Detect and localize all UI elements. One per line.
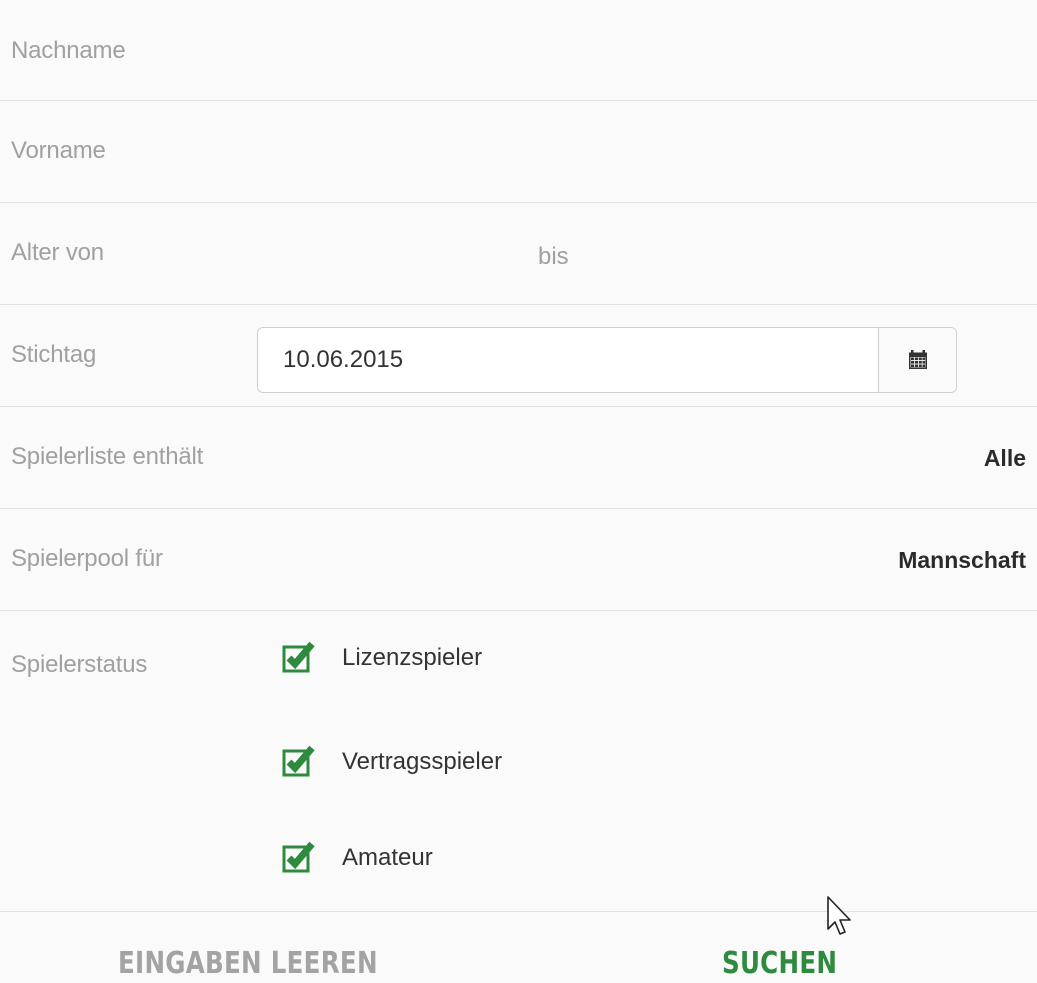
lastname-row[interactable]: Nachname	[0, 0, 1037, 101]
status-option-licensed[interactable]: Lizenzspieler	[282, 641, 482, 675]
player-pool-label: Spielerpool für	[11, 545, 163, 572]
lastname-label: Nachname	[11, 37, 126, 64]
search-form: Nachname Vorname Alter von bis Stichtag	[0, 0, 1037, 912]
age-from-label: Alter von	[11, 239, 104, 266]
age-row: Alter von bis	[0, 203, 1037, 305]
reference-date-input[interactable]	[258, 328, 878, 392]
form-footer: EINGABEN LEEREN SUCHEN	[0, 912, 1037, 983]
status-option-amateur[interactable]: Amateur	[282, 841, 433, 875]
age-to-input[interactable]	[600, 225, 1004, 285]
firstname-label: Vorname	[11, 137, 106, 164]
calendar-icon	[908, 350, 927, 369]
age-from-input[interactable]	[255, 225, 519, 285]
player-status-row: Spielerstatus Lizenzspieler Vertragsspie…	[0, 611, 1037, 912]
status-option-contract[interactable]: Vertragsspieler	[282, 745, 502, 779]
reference-date-group	[257, 327, 957, 393]
age-to-label: bis	[538, 243, 569, 270]
search-button[interactable]: SUCHEN	[722, 946, 837, 981]
player-list-label: Spielerliste enthält	[11, 443, 204, 470]
reference-date-label: Stichtag	[11, 341, 97, 368]
status-option-label: Lizenzspieler	[342, 644, 483, 671]
mouse-cursor-icon	[827, 896, 851, 935]
status-option-label: Amateur	[342, 844, 433, 871]
checkbox-checked-icon[interactable]	[282, 841, 326, 875]
player-status-label: Spielerstatus	[11, 651, 148, 678]
player-list-row[interactable]: Spielerliste enthält Alle	[0, 407, 1037, 509]
calendar-button[interactable]	[878, 328, 956, 392]
status-option-label: Vertragsspieler	[342, 748, 503, 775]
firstname-row[interactable]: Vorname	[0, 101, 1037, 203]
clear-inputs-button[interactable]: EINGABEN LEEREN	[118, 946, 378, 981]
checkbox-checked-icon[interactable]	[282, 641, 326, 675]
player-pool-value[interactable]: Mannschaft	[898, 547, 1026, 574]
player-list-value[interactable]: Alle	[984, 445, 1026, 472]
player-pool-row[interactable]: Spielerpool für Mannschaft	[0, 509, 1037, 611]
reference-date-row: Stichtag	[0, 305, 1037, 407]
checkbox-checked-icon[interactable]	[282, 745, 326, 779]
